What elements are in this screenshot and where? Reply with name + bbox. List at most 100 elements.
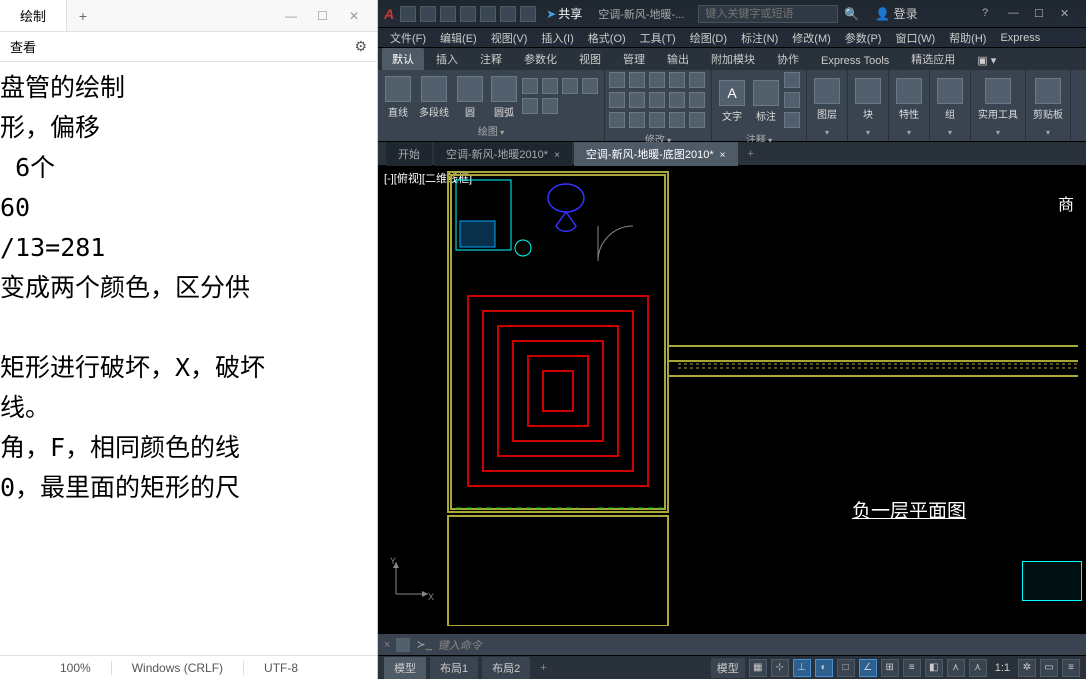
circle-button[interactable]: 圆 [454, 74, 486, 121]
notepad-tab[interactable]: 绘制 [0, 0, 67, 31]
search-input[interactable] [698, 5, 838, 23]
scale-value[interactable]: 1:1 [991, 662, 1014, 674]
rotate-icon[interactable] [629, 72, 645, 88]
ribbon-tab-more[interactable]: ▣ ▾ [967, 51, 1006, 70]
annot-tool-icon[interactable] [784, 92, 800, 108]
ribbon-tab-featured[interactable]: 精选应用 [901, 48, 965, 70]
draw-tool-icon[interactable] [582, 78, 598, 94]
menu-tools[interactable]: 工具(T) [634, 28, 682, 48]
doc-tab-file1[interactable]: 空调-新风-地暖2010*× [434, 142, 572, 166]
layout-tab-1[interactable]: 布局1 [430, 657, 478, 679]
customize-icon[interactable]: ≡ [1062, 659, 1080, 677]
cmdline-close-icon[interactable]: × [384, 639, 390, 651]
settings-icon[interactable]: ⚙ [354, 38, 367, 55]
zoom-level[interactable]: 100% [40, 661, 111, 675]
maximize-icon[interactable]: ☐ [1034, 7, 1048, 21]
modify-tool-icon[interactable] [689, 112, 705, 128]
menu-dimension[interactable]: 标注(N) [735, 28, 784, 48]
modify-tool-icon[interactable] [669, 72, 685, 88]
menu-modify[interactable]: 修改(M) [786, 28, 837, 48]
command-line[interactable]: × ≻_ 键入命令 [378, 633, 1086, 655]
polar-toggle-icon[interactable]: ◐ [815, 659, 833, 677]
status-model-badge[interactable]: 模型 [711, 658, 745, 678]
group-button[interactable]: 组 [934, 76, 966, 123]
view-menu[interactable]: 查看 [10, 37, 36, 56]
transparency-icon[interactable]: ◧ [925, 659, 943, 677]
ribbon-tab-output[interactable]: 输出 [657, 48, 699, 70]
menu-help[interactable]: 帮助(H) [943, 28, 992, 48]
minimize-icon[interactable]: — [1008, 7, 1022, 21]
ribbon-tab-addon[interactable]: 附加模块 [701, 48, 765, 70]
annotation-vis-icon[interactable]: ⋏ [969, 659, 987, 677]
ribbon-tab-annotate[interactable]: 注释 [470, 48, 512, 70]
close-button[interactable]: ✕ [349, 9, 363, 23]
qat-open-icon[interactable] [420, 6, 436, 22]
modify-tool-icon[interactable] [669, 92, 685, 108]
modify-tool-icon[interactable] [669, 112, 685, 128]
ortho-toggle-icon[interactable]: ⊥ [793, 659, 811, 677]
login-button[interactable]: 登录 [875, 5, 917, 22]
move-icon[interactable] [609, 72, 625, 88]
draw-tool-icon[interactable] [522, 98, 538, 114]
search-icon[interactable]: 🔍 [844, 7, 859, 21]
maximize-button[interactable]: ☐ [317, 9, 331, 23]
ribbon-tab-collab[interactable]: 协作 [767, 48, 809, 70]
tab-close-icon[interactable]: × [554, 150, 560, 161]
doc-tab-start[interactable]: 开始 [386, 142, 432, 166]
trim-icon[interactable] [649, 72, 665, 88]
ribbon-tab-manage[interactable]: 管理 [613, 48, 655, 70]
menu-insert[interactable]: 插入(I) [535, 28, 579, 48]
otrack-toggle-icon[interactable]: ∠ [859, 659, 877, 677]
copy-icon[interactable] [609, 92, 625, 108]
array-icon[interactable] [649, 112, 665, 128]
qat-print-icon[interactable] [480, 6, 496, 22]
layout-add-icon[interactable]: + [534, 662, 552, 674]
menu-view[interactable]: 视图(V) [485, 28, 534, 48]
help-icon[interactable]: ? [982, 7, 996, 21]
text-button[interactable]: A文字 [716, 78, 748, 125]
block-button[interactable]: 块 [852, 76, 884, 123]
fillet-icon[interactable] [649, 92, 665, 108]
workspace-icon[interactable]: ✲ [1018, 659, 1036, 677]
drawing-canvas[interactable]: [-][俯视][二维线框] [378, 166, 1086, 633]
ribbon-tab-default[interactable]: 默认 [382, 48, 424, 70]
draw-tool-icon[interactable] [542, 78, 558, 94]
draw-tool-icon[interactable] [542, 98, 558, 114]
ucs-icon[interactable]: X Y [390, 556, 434, 605]
ribbon-tab-view[interactable]: 视图 [569, 48, 611, 70]
ribbon-tab-param[interactable]: 参数化 [514, 48, 567, 70]
menu-draw[interactable]: 绘图(D) [684, 28, 733, 48]
new-drawing-tab[interactable]: + [740, 144, 762, 164]
qat-save-icon[interactable] [440, 6, 456, 22]
polyline-button[interactable]: 多段线 [416, 74, 452, 121]
stretch-icon[interactable] [609, 112, 625, 128]
menu-format[interactable]: 格式(O) [582, 28, 632, 48]
panel-draw-label[interactable]: 绘图 [382, 122, 600, 139]
close-icon[interactable]: ✕ [1060, 7, 1074, 21]
qat-new-icon[interactable] [400, 6, 416, 22]
qat-saveas-icon[interactable] [460, 6, 476, 22]
ribbon-tab-express[interactable]: Express Tools [811, 52, 899, 70]
grid-toggle-icon[interactable]: ▦ [749, 659, 767, 677]
menu-param[interactable]: 参数(P) [839, 28, 888, 48]
dimension-button[interactable]: 标注 [750, 78, 782, 125]
osnap-toggle-icon[interactable]: □ [837, 659, 855, 677]
table-icon[interactable] [784, 112, 800, 128]
utilities-button[interactable]: 实用工具 [975, 76, 1021, 123]
annot-tool-icon[interactable] [784, 72, 800, 88]
command-prompt[interactable]: 键入命令 [438, 637, 482, 653]
arc-button[interactable]: 圆弧 [488, 74, 520, 121]
modify-tool-icon[interactable] [689, 92, 705, 108]
menu-express[interactable]: Express [994, 30, 1046, 46]
cmdline-icon[interactable] [396, 638, 410, 652]
qat-undo-icon[interactable] [500, 6, 516, 22]
line-button[interactable]: 直线 [382, 74, 414, 121]
ribbon-tab-insert[interactable]: 插入 [426, 48, 468, 70]
minimize-button[interactable]: — [285, 9, 299, 23]
layout-tab-model[interactable]: 模型 [384, 657, 426, 679]
layer-button[interactable]: 图层 [811, 76, 843, 123]
draw-tool-icon[interactable] [562, 78, 578, 94]
snap-toggle-icon[interactable]: ⊹ [771, 659, 789, 677]
menu-edit[interactable]: 编辑(E) [434, 28, 483, 48]
qat-redo-icon[interactable] [520, 6, 536, 22]
